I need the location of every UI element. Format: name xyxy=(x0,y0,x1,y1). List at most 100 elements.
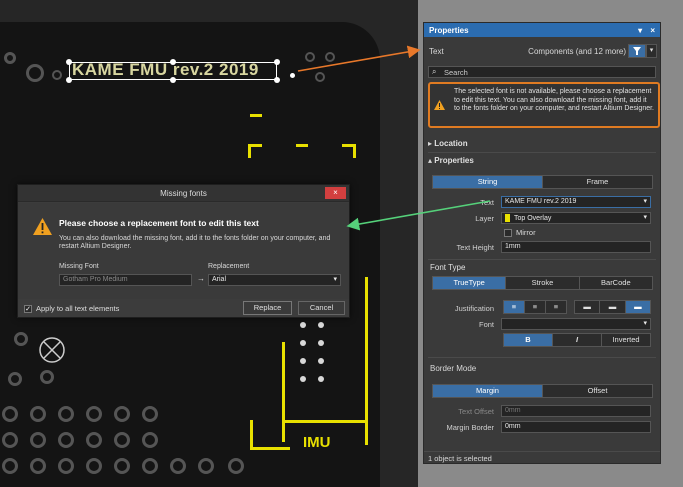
font-select[interactable]: ▾ xyxy=(501,318,651,330)
divider xyxy=(424,451,660,452)
location-label: Location xyxy=(434,139,468,148)
divider xyxy=(428,357,656,358)
fiducial-mark xyxy=(39,337,65,363)
dialog-title-bar: Missing fonts × xyxy=(18,185,349,202)
missing-fonts-dialog: Missing fonts × Please choose a replacem… xyxy=(17,184,350,318)
replacement-value: Arial xyxy=(212,276,227,283)
via xyxy=(2,406,18,422)
filter-icon xyxy=(633,47,641,55)
search-box[interactable]: ⌕ Search xyxy=(428,66,656,78)
resize-handle[interactable] xyxy=(274,77,280,83)
tab-frame[interactable]: Frame xyxy=(543,176,652,188)
object-type-label: Text xyxy=(429,47,444,56)
text-label: Text xyxy=(480,198,494,207)
warning-text: The selected font is not available, plea… xyxy=(454,88,654,112)
location-section-header[interactable]: ▸ Location xyxy=(428,139,468,148)
layer-select[interactable]: Top Overlay ▾ xyxy=(501,212,651,224)
replacement-select[interactable]: Arial ▾ xyxy=(208,274,341,286)
align-middle-button[interactable]: ▬ xyxy=(600,301,626,313)
resize-handle[interactable] xyxy=(170,59,176,65)
dialog-title: Missing fonts xyxy=(160,189,207,198)
resize-handle[interactable] xyxy=(274,59,280,65)
justify-center-button[interactable]: ≡ xyxy=(525,301,546,313)
via xyxy=(142,458,158,474)
via xyxy=(170,458,186,474)
cancel-button[interactable]: Cancel xyxy=(298,301,345,315)
chevron-down-icon[interactable]: ▾ xyxy=(643,213,647,221)
via xyxy=(86,458,102,474)
resize-handle[interactable] xyxy=(66,59,72,65)
text-field-value: KAME FMU rev.2 2019 xyxy=(505,198,577,205)
tab-truetype[interactable]: TrueType xyxy=(433,277,507,289)
via xyxy=(14,332,28,346)
margin-border-field[interactable]: 0mm xyxy=(501,421,651,433)
via xyxy=(142,406,158,422)
warning-icon xyxy=(434,100,445,110)
chevron-down-icon[interactable]: ▾ xyxy=(643,197,647,205)
resize-handle[interactable] xyxy=(66,77,72,83)
via xyxy=(8,372,22,386)
properties-label: Properties xyxy=(434,156,474,165)
silkscreen-corner xyxy=(248,144,251,158)
pad xyxy=(318,340,324,346)
filter-dropdown[interactable]: ▾ xyxy=(646,44,657,58)
tab-margin[interactable]: Margin xyxy=(433,385,543,397)
tab-stroke[interactable]: Stroke xyxy=(506,277,580,289)
silkscreen-outline xyxy=(250,420,253,450)
via xyxy=(58,406,74,422)
via xyxy=(52,70,62,80)
imu-label: IMU xyxy=(303,434,331,451)
divider xyxy=(428,152,656,153)
chevron-down-icon[interactable]: ▾ xyxy=(333,275,337,283)
via xyxy=(305,52,315,62)
apply-all-label: Apply to all text elements xyxy=(36,304,120,313)
filter-button[interactable] xyxy=(628,44,646,58)
warning-box: The selected font is not available, plea… xyxy=(428,82,660,128)
via xyxy=(58,458,74,474)
pad xyxy=(300,340,306,346)
font-type-tabs: TrueType Stroke BarCode xyxy=(432,276,653,290)
text-offset-field: 0mm xyxy=(501,405,651,417)
checkbox-checked: ✓ xyxy=(24,305,32,314)
justify-left-button[interactable]: ≡ xyxy=(504,301,525,313)
via xyxy=(30,432,46,448)
align-top-button[interactable]: ▬ xyxy=(575,301,601,313)
silkscreen-outline xyxy=(282,342,285,442)
close-button[interactable]: × xyxy=(325,187,346,199)
search-input[interactable]: Search xyxy=(444,68,468,77)
via xyxy=(114,458,130,474)
resize-handle[interactable] xyxy=(170,77,176,83)
chevron-down-icon[interactable]: ▾ xyxy=(643,319,647,327)
via xyxy=(114,432,130,448)
properties-section-header[interactable]: ▴ Properties xyxy=(428,156,474,165)
font-label: Font xyxy=(478,320,494,329)
via xyxy=(26,64,44,82)
via xyxy=(40,370,54,384)
mirror-checkbox[interactable]: Mirror xyxy=(504,228,536,238)
silkscreen-outline xyxy=(250,447,290,450)
panel-menu-icon[interactable]: ▾ xyxy=(638,26,642,35)
anchor-handle[interactable] xyxy=(290,73,295,78)
panel-close-icon[interactable]: × xyxy=(650,26,655,35)
italic-button[interactable]: I xyxy=(553,334,602,346)
replace-button[interactable]: Replace xyxy=(243,301,292,315)
tab-barcode[interactable]: BarCode xyxy=(579,277,652,289)
text-height-field[interactable]: 1mm xyxy=(501,241,651,253)
search-icon: ⌕ xyxy=(432,67,437,76)
pad xyxy=(318,376,324,382)
bold-button[interactable]: B xyxy=(504,334,553,346)
inverted-button[interactable]: Inverted xyxy=(602,334,650,346)
tab-offset[interactable]: Offset xyxy=(543,385,652,397)
text-field[interactable]: KAME FMU rev.2 2019 ▾ xyxy=(501,196,651,208)
via xyxy=(2,432,18,448)
justify-right-button[interactable]: ≡ xyxy=(546,301,566,313)
via xyxy=(228,458,244,474)
apply-all-checkbox[interactable]: ✓ Apply to all text elements xyxy=(24,304,120,314)
layer-color-swatch xyxy=(505,214,510,222)
tab-string[interactable]: String xyxy=(433,176,543,188)
via xyxy=(4,52,16,64)
filter-label[interactable]: Components (and 12 more) xyxy=(528,47,626,56)
dialog-body-text: You can also download the missing font, … xyxy=(59,235,331,250)
status-text: 1 object is selected xyxy=(428,454,492,463)
align-bottom-button[interactable]: ▬ xyxy=(625,301,650,313)
